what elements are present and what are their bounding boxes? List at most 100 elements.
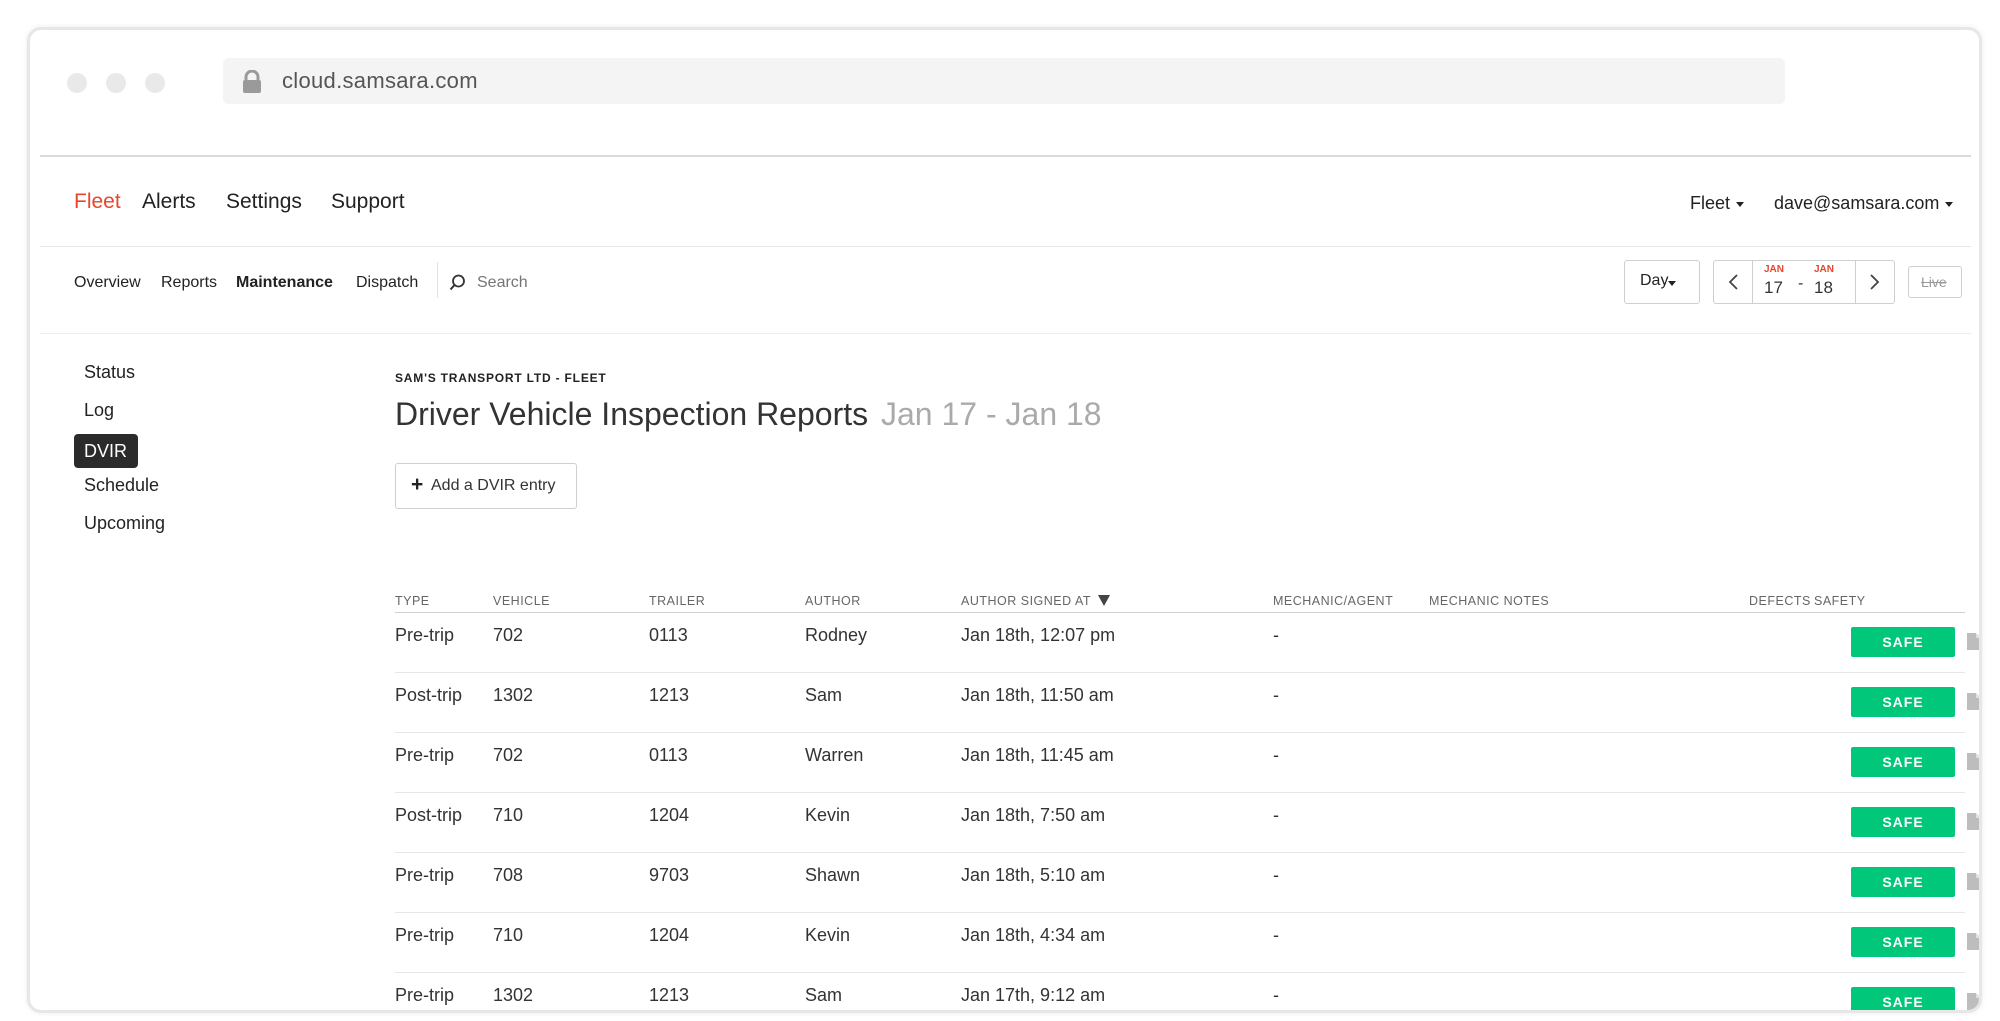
chevron-down-icon bbox=[1945, 201, 1954, 207]
search-icon bbox=[449, 274, 465, 291]
prev-date-button[interactable] bbox=[1714, 261, 1753, 303]
account-menu[interactable]: dave@samsara.com bbox=[1774, 193, 1954, 214]
nav-alerts[interactable]: Alerts bbox=[142, 190, 196, 214]
fleet-menu[interactable]: Fleet bbox=[1690, 193, 1745, 214]
subnav-overview[interactable]: Overview bbox=[74, 274, 141, 292]
cell-type: Post-trip bbox=[395, 805, 463, 825]
cell-mechanic: - bbox=[1273, 925, 1279, 945]
window-maximize-dot[interactable] bbox=[145, 73, 165, 93]
cell-trailer[interactable]: 1204 bbox=[649, 805, 689, 826]
next-date-button[interactable] bbox=[1855, 261, 1894, 303]
cell-vehicle[interactable]: 1302 bbox=[493, 985, 533, 1006]
document-icon[interactable] bbox=[1967, 633, 1981, 650]
cell-type: Pre-trip bbox=[395, 745, 455, 765]
date-range-picker: JAN 17 - JAN 18 bbox=[1713, 260, 1895, 304]
url-text: cloud.samsara.com bbox=[282, 68, 478, 93]
sidebar-item-upcoming[interactable]: Upcoming bbox=[84, 513, 165, 534]
col-trailer[interactable]: TRAILER bbox=[649, 594, 705, 608]
cell-author: Sam bbox=[805, 685, 843, 705]
table-row[interactable]: Post-trip 1302 1213 Sam Jan 18th, 11:50 … bbox=[395, 673, 1979, 733]
document-icon[interactable] bbox=[1967, 693, 1981, 710]
safety-badge: SAFE bbox=[1851, 807, 1955, 837]
sidebar-item-dvir[interactable]: DVIR bbox=[74, 434, 138, 468]
cell-type: Post-trip bbox=[395, 685, 463, 705]
subnav-reports[interactable]: Reports bbox=[161, 274, 217, 292]
col-safety[interactable]: SAFETY bbox=[1814, 594, 1866, 608]
subnav-dispatch[interactable]: Dispatch bbox=[356, 274, 418, 292]
col-type[interactable]: TYPE bbox=[395, 594, 430, 608]
cell-mechanic: - bbox=[1273, 745, 1279, 765]
table-row[interactable]: Pre-trip 708 9703 Shawn Jan 18th, 5:10 a… bbox=[395, 853, 1979, 913]
date-from-day: 17 bbox=[1764, 278, 1783, 297]
cell-signed-at: Jan 18th, 11:50 am bbox=[961, 685, 1114, 705]
fleet-menu-label: Fleet bbox=[1690, 193, 1731, 213]
live-button[interactable]: Live bbox=[1908, 266, 1962, 298]
add-dvir-label: Add a DVIR entry bbox=[431, 477, 556, 494]
cell-author: Rodney bbox=[805, 625, 868, 645]
col-mechanic-notes[interactable]: MECHANIC NOTES bbox=[1429, 594, 1549, 608]
sidebar-item-log[interactable]: Log bbox=[84, 400, 114, 421]
account-email: dave@samsara.com bbox=[1774, 193, 1940, 213]
cell-author: Kevin bbox=[805, 925, 851, 945]
nav-fleet[interactable]: Fleet bbox=[74, 190, 121, 214]
col-author[interactable]: AUTHOR bbox=[805, 594, 861, 608]
cell-author: Shawn bbox=[805, 865, 861, 885]
cell-signed-at: Jan 18th, 12:07 pm bbox=[961, 625, 1116, 645]
chevron-down-icon bbox=[1668, 281, 1676, 286]
document-icon[interactable] bbox=[1967, 753, 1981, 770]
plus-icon: + bbox=[411, 473, 424, 496]
window-minimize-dot[interactable] bbox=[106, 73, 126, 93]
document-icon[interactable] bbox=[1967, 933, 1981, 950]
page-title: Driver Vehicle Inspection Reports bbox=[395, 396, 869, 432]
add-dvir-button[interactable]: + Add a DVIR entry bbox=[395, 463, 577, 509]
sidebar-item-status[interactable]: Status bbox=[84, 362, 135, 383]
col-vehicle[interactable]: VEHICLE bbox=[493, 594, 550, 608]
col-mechanic[interactable]: MECHANIC/AGENT bbox=[1273, 594, 1393, 608]
cell-type: Pre-trip bbox=[395, 985, 455, 1005]
nav-settings[interactable]: Settings bbox=[226, 190, 302, 214]
cell-author: Sam bbox=[805, 985, 843, 1005]
cell-mechanic: - bbox=[1273, 625, 1279, 645]
cell-mechanic: - bbox=[1273, 805, 1279, 825]
window-close-dot[interactable] bbox=[67, 73, 87, 93]
cell-vehicle[interactable]: 710 bbox=[493, 925, 523, 946]
cell-type: Pre-trip bbox=[395, 865, 455, 885]
cell-trailer[interactable]: 9703 bbox=[649, 865, 689, 886]
table-row[interactable]: Pre-trip 702 0113 Rodney Jan 18th, 12:07… bbox=[395, 613, 1979, 673]
cell-signed-at: Jan 18th, 7:50 am bbox=[961, 805, 1106, 825]
date-to-month: JAN bbox=[1814, 264, 1835, 275]
table-row[interactable]: Pre-trip 1302 1213 Sam Jan 17th, 9:12 am… bbox=[395, 973, 1979, 1010]
document-icon[interactable] bbox=[1967, 813, 1981, 830]
cell-vehicle[interactable]: 710 bbox=[493, 805, 523, 826]
address-bar[interactable]: cloud.samsara.com bbox=[223, 58, 1785, 104]
cell-trailer[interactable]: 1213 bbox=[649, 685, 689, 706]
cell-vehicle[interactable]: 1302 bbox=[493, 685, 533, 706]
sidebar-item-schedule[interactable]: Schedule bbox=[84, 475, 159, 496]
sort-descending-icon bbox=[1097, 595, 1110, 606]
document-icon[interactable] bbox=[1967, 873, 1981, 890]
date-to-day: 18 bbox=[1814, 278, 1833, 297]
lock-icon bbox=[243, 70, 261, 93]
cell-vehicle[interactable]: 702 bbox=[493, 745, 523, 766]
search-input[interactable] bbox=[475, 270, 679, 296]
content-divider bbox=[40, 333, 1971, 334]
cell-trailer[interactable]: 1213 bbox=[649, 985, 689, 1006]
col-author-signed[interactable]: AUTHOR SIGNED AT bbox=[961, 594, 1110, 608]
browser-window: cloud.samsara.com Fleet Alerts Settings … bbox=[27, 27, 1982, 1013]
safety-badge: SAFE bbox=[1851, 927, 1955, 957]
day-select[interactable]: Day bbox=[1624, 260, 1700, 304]
col-defects[interactable]: DEFECTS bbox=[1749, 594, 1811, 608]
document-icon[interactable] bbox=[1967, 993, 1981, 1010]
cell-vehicle[interactable]: 708 bbox=[493, 865, 523, 886]
subnav-divider bbox=[437, 262, 438, 298]
cell-vehicle[interactable]: 702 bbox=[493, 625, 523, 646]
cell-mechanic: - bbox=[1273, 685, 1279, 705]
table-row[interactable]: Pre-trip 710 1204 Kevin Jan 18th, 4:34 a… bbox=[395, 913, 1979, 973]
table-row[interactable]: Post-trip 710 1204 Kevin Jan 18th, 7:50 … bbox=[395, 793, 1979, 853]
cell-trailer[interactable]: 0113 bbox=[649, 625, 688, 646]
subnav-maintenance[interactable]: Maintenance bbox=[236, 274, 333, 292]
cell-trailer[interactable]: 1204 bbox=[649, 925, 689, 946]
cell-trailer[interactable]: 0113 bbox=[649, 745, 688, 766]
nav-support[interactable]: Support bbox=[331, 190, 405, 214]
table-row[interactable]: Pre-trip 702 0113 Warren Jan 18th, 11:45… bbox=[395, 733, 1979, 793]
